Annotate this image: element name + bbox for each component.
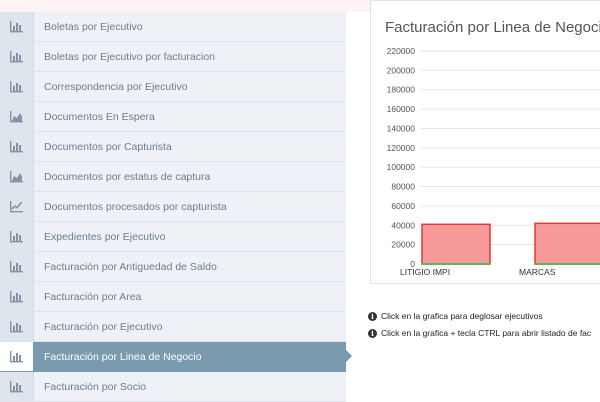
sidebar-item-label: Facturación por Antiguedad de Saldo (44, 260, 217, 273)
sidebar-item-boletas-por-ejecutivo-por-facturacion[interactable]: Boletas por Ejecutivo por facturacion (0, 42, 346, 72)
sidebar-item-expedientes-por-ejecutivo[interactable]: Expedientes por Ejecutivo (0, 222, 346, 252)
bar-chart-icon (0, 72, 34, 101)
sidebar-item-correspondencia-por-ejecutivo[interactable]: Correspondencia por Ejecutivo (0, 72, 346, 102)
bar[interactable] (534, 222, 600, 265)
sidebar-item-documentos-por-estatus-de-captura[interactable]: Documentos por estatus de captura (0, 162, 346, 192)
sidebar-item-documentos-por-capturista[interactable]: Documentos por Capturista (0, 132, 346, 162)
y-tick-label: 100000 (387, 162, 416, 172)
bar-chart-icon (0, 42, 34, 71)
bar-chart-icon (0, 282, 34, 311)
y-tick-label: 160000 (387, 104, 416, 114)
sidebar-item-label: Facturación por Socio (44, 380, 147, 393)
note-ctrl-click: i Click en la grafica + tecla CTRL para … (368, 326, 591, 340)
bar-chart-icon (0, 12, 34, 41)
info-icon: i (368, 328, 377, 338)
bar-chart[interactable]: 220000 200000 180000 160000 140000 120000 1000… (371, 1, 600, 283)
sidebar-item-facturacion-por-ejecutivo[interactable]: Facturación por Ejecutivo (0, 312, 346, 342)
y-tick-label: 220000 (387, 46, 416, 56)
bar-chart-icon (0, 312, 34, 341)
note-text: Click en la grafica + tecla CTRL para ab… (381, 328, 592, 338)
line-chart-icon (0, 192, 34, 221)
sidebar-item-facturacion-por-socio[interactable]: Facturación por Socio (0, 372, 346, 402)
y-tick-label: 60000 (391, 201, 415, 211)
sidebar-item-label: Documentos por estatus de captura (44, 170, 211, 183)
sidebar-item-label: Facturación por Ejecutivo (44, 320, 163, 333)
y-tick-label: 40000 (391, 220, 415, 230)
sidebar-item-label: Facturación por Area (44, 290, 142, 303)
y-tick-label: 140000 (387, 123, 416, 133)
note-text: Click en la grafica para deglosar ejecut… (381, 311, 543, 321)
bar-chart-icon (0, 252, 34, 281)
y-tick-label: 120000 (387, 143, 416, 153)
sidebar-item-documentos-procesados-por-capturista[interactable]: Documentos procesados por capturista (0, 192, 346, 222)
sidebar-item-label: Facturación por Linea de Negocio (44, 350, 202, 363)
sidebar-item-label: Expedientes por Ejecutivo (44, 230, 166, 243)
sidebar-item-label: Documentos por Capturista (44, 140, 172, 153)
report-sidebar: Boletas por Ejecutivo Boletas por Ejecuti… (0, 12, 352, 402)
x-tick-label: MARCAS (519, 267, 556, 277)
info-icon: i (368, 311, 377, 321)
sidebar-item-facturacion-por-antiguedad-de-saldo[interactable]: Facturación por Antiguedad de Saldo (0, 252, 346, 282)
area-chart-icon (0, 162, 34, 191)
sidebar-item-facturacion-por-linea-de-negocio[interactable]: Facturación por Linea de Negocio (0, 342, 352, 372)
y-tick-label: 180000 (387, 85, 416, 95)
y-tick-label: 80000 (391, 182, 415, 192)
sidebar-item-label: Documentos En Espera (44, 110, 155, 123)
bar[interactable] (421, 223, 491, 265)
sidebar-item-label: Correspondencia por Ejecutivo (44, 80, 188, 93)
sidebar-item-facturacion-por-area[interactable]: Facturación por Area (0, 282, 346, 312)
sidebar-item-label: Documentos procesados por capturista (44, 200, 227, 213)
bar-chart-icon (0, 132, 34, 161)
bar-chart-icon (0, 222, 34, 251)
area-chart-icon (0, 102, 34, 131)
bar-chart-icon (0, 372, 34, 401)
help-notes: i Click en la grafica para deglosar ejec… (368, 309, 591, 343)
sidebar-item-boletas-por-ejecutivo[interactable]: Boletas por Ejecutivo (0, 12, 346, 42)
sidebar-item-documentos-en-espera[interactable]: Documentos En Espera (0, 102, 346, 132)
x-tick-label: LITIGIO IMPI (400, 267, 450, 277)
sidebar-item-label: Boletas por Ejecutivo por facturacion (44, 50, 216, 63)
chart-panel[interactable]: Facturación por Linea de Negocio: 220000… (370, 0, 600, 284)
y-tick-label: 200000 (387, 65, 416, 75)
y-tick-label: 20000 (391, 240, 415, 250)
sidebar-item-label: Boletas por Ejecutivo (44, 20, 143, 33)
note-drilldown: i Click en la grafica para deglosar ejec… (368, 309, 591, 323)
bar-chart-icon (0, 342, 34, 371)
